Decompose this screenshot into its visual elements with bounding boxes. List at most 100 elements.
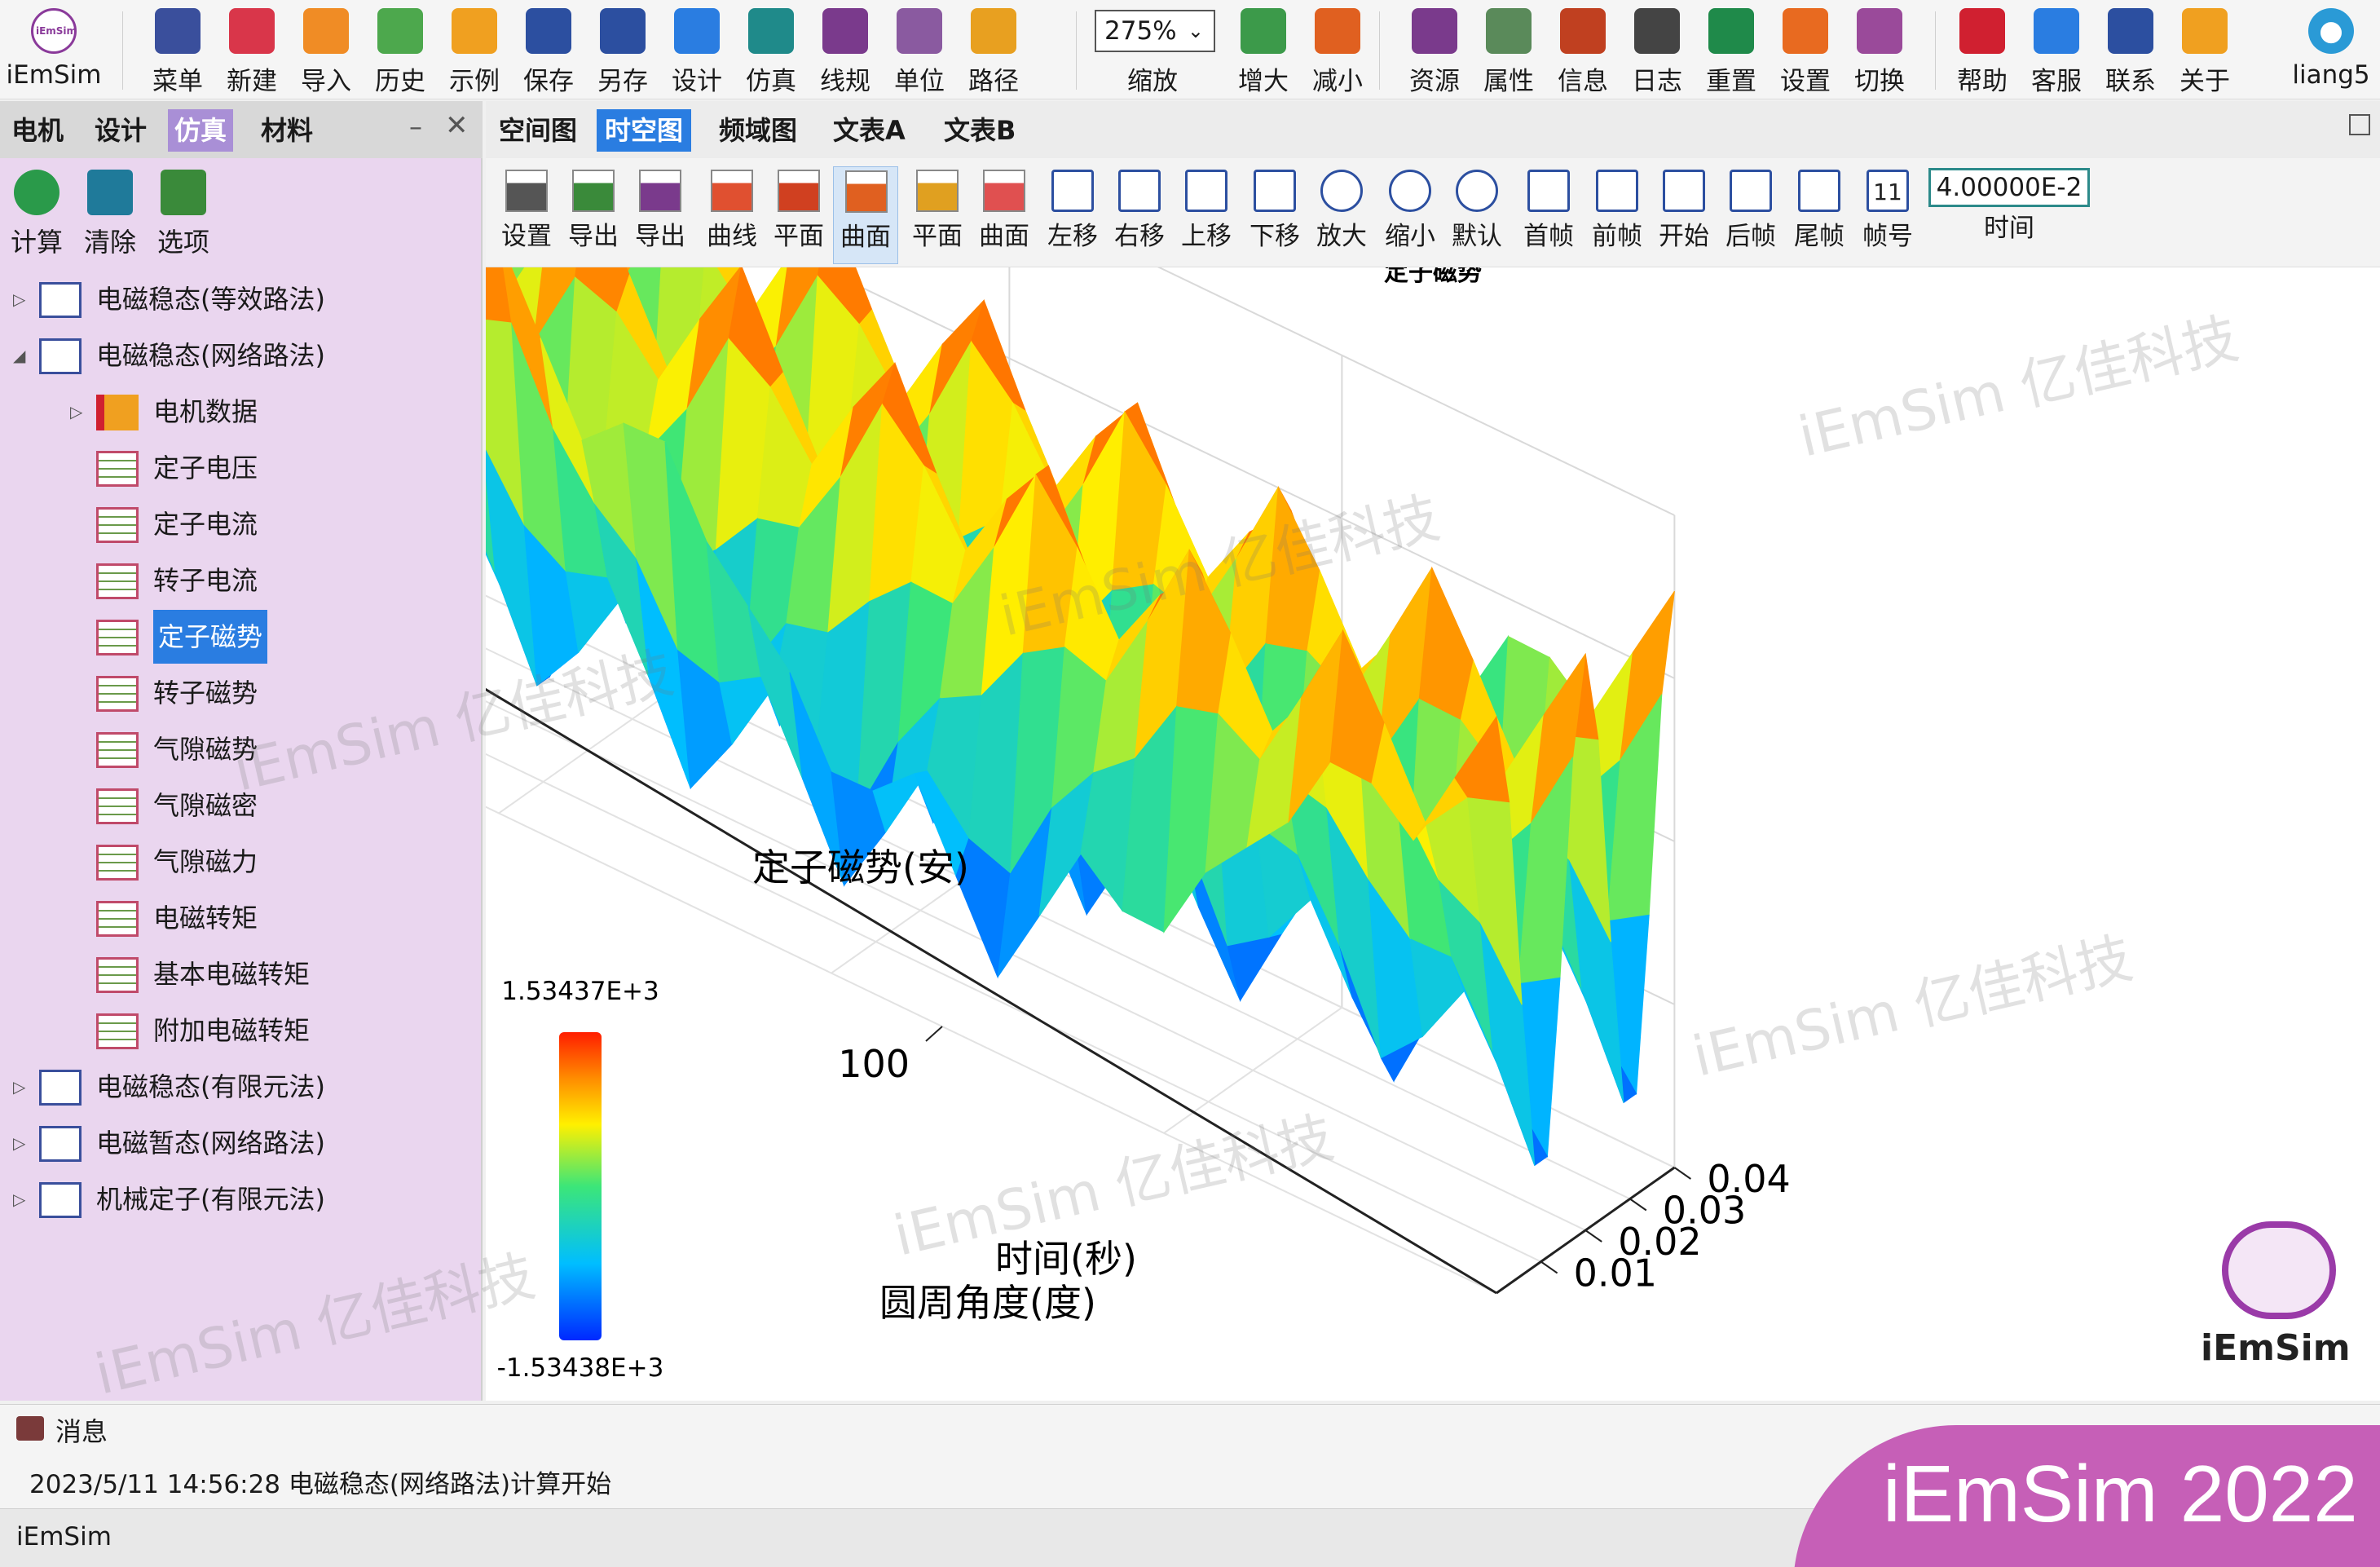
collapsed-arrow-icon[interactable]: ▷	[13, 1116, 29, 1170]
tree-item[interactable]: 气隙磁力	[0, 835, 481, 889]
move-down-button[interactable]: 下移	[1242, 166, 1307, 264]
tree-item-label: 气隙磁力	[153, 846, 258, 877]
left-tab-1[interactable]: 设计	[88, 109, 153, 152]
next-frame-button[interactable]: 后帧	[1718, 166, 1783, 264]
view-tab-4[interactable]: 文表B	[936, 109, 1024, 152]
chart-settings-button[interactable]: 设置	[494, 166, 559, 264]
export-image-button[interactable]: 导出	[561, 166, 626, 264]
tree-item-label: 基本电磁转矩	[153, 959, 311, 990]
y-tick-label: 0.01	[1574, 1251, 1657, 1296]
maximize-icon[interactable]	[2349, 114, 2370, 135]
move-right-button[interactable]: 右移	[1107, 166, 1172, 264]
menu-button[interactable]: 菜单	[145, 3, 210, 96]
new-button[interactable]: 新建	[219, 3, 284, 96]
about-button[interactable]: 关于	[2172, 3, 2237, 96]
zoom-out-button[interactable]: 缩小	[1377, 166, 1443, 264]
last-frame-button[interactable]: 尾帧	[1787, 166, 1852, 264]
increase-button[interactable]: 增大	[1231, 3, 1296, 96]
history-button[interactable]: 历史	[368, 3, 433, 96]
zoom-select[interactable]: 275% ⌄	[1095, 10, 1215, 52]
tree-item[interactable]: 基本电磁转矩	[0, 947, 481, 1001]
tree-item[interactable]: 定子电流	[0, 497, 481, 551]
tree-item[interactable]: ▷ 电机数据	[0, 385, 481, 439]
prev-frame-icon	[1596, 170, 1638, 212]
path-icon	[971, 8, 1016, 54]
app-logo-button[interactable]: iEmSim iEmSim	[5, 3, 103, 95]
reset-button[interactable]: 重置	[1699, 3, 1764, 96]
tree-item[interactable]: 转子磁势	[0, 666, 481, 720]
surface-button[interactable]: 曲面	[833, 166, 898, 264]
collapsed-arrow-icon[interactable]: ▷	[70, 385, 86, 439]
settings-button[interactable]: 设置	[1773, 3, 1838, 96]
save-as-button[interactable]: 另存	[590, 3, 655, 96]
options-button[interactable]: 选项	[147, 170, 220, 258]
tree-item[interactable]: 电磁转矩	[0, 891, 481, 945]
tree-item[interactable]: 气隙磁密	[0, 779, 481, 832]
tree-item[interactable]: 定子磁势	[0, 610, 481, 664]
view-tab-3[interactable]: 文表A	[825, 109, 914, 152]
collapsed-arrow-icon[interactable]: ▷	[13, 1172, 29, 1226]
surface-view-button[interactable]: 曲面	[972, 166, 1037, 264]
info-icon	[1560, 8, 1606, 54]
help-button[interactable]: 帮助	[1950, 3, 2015, 96]
tree-item[interactable]: 附加电磁转矩	[0, 1004, 481, 1057]
curve-button[interactable]: 曲线	[699, 166, 765, 264]
switch-icon	[1857, 8, 1902, 54]
plane-view-button[interactable]: 平面	[905, 166, 970, 264]
default-view-button[interactable]: 默认	[1444, 166, 1510, 264]
minimize-icon[interactable]: –	[409, 111, 422, 142]
collapsed-arrow-icon[interactable]: ▷	[13, 272, 29, 326]
new-icon	[229, 8, 275, 54]
tree-item[interactable]: 定子电压	[0, 441, 481, 495]
property-button[interactable]: 属性	[1476, 3, 1541, 96]
tree-item[interactable]: 转子电流	[0, 554, 481, 607]
switch-button[interactable]: 切换	[1847, 3, 1912, 96]
tree-item[interactable]: ▷ 电磁稳态(有限元法)	[0, 1060, 481, 1114]
tree-item[interactable]: ▷ 电磁暂态(网络路法)	[0, 1116, 481, 1170]
service-button[interactable]: 客服	[2024, 3, 2089, 96]
close-icon[interactable]: ✕	[445, 109, 469, 142]
left-tab-2[interactable]: 仿真	[168, 109, 234, 152]
info-button[interactable]: 信息	[1550, 3, 1615, 96]
simulate-button[interactable]: 仿真	[738, 3, 804, 96]
plane-button[interactable]: 平面	[766, 166, 831, 264]
left-tab-3[interactable]: 材料	[254, 109, 320, 152]
play-button[interactable]: 开始	[1651, 166, 1717, 264]
import-button[interactable]: 导入	[293, 3, 359, 96]
move-left-button[interactable]: 左移	[1040, 166, 1105, 264]
view-tab-2[interactable]: 频域图	[711, 109, 805, 152]
log-button[interactable]: 日志	[1624, 3, 1690, 96]
log-icon	[1634, 8, 1680, 54]
decrease-button[interactable]: 减小	[1305, 3, 1370, 96]
view-tab-0[interactable]: 空间图	[491, 109, 585, 152]
time-value-field[interactable]: 4.00000E-2	[1928, 168, 2090, 207]
tree-item[interactable]: ▷ 机械定子(有限元法)	[0, 1172, 481, 1226]
contact-button[interactable]: 联系	[2098, 3, 2163, 96]
clear-button[interactable]: 清除	[73, 170, 147, 258]
wire-gauge-button[interactable]: 线规	[813, 3, 878, 96]
left-tab-0[interactable]: 电机	[5, 109, 70, 152]
collapsed-arrow-icon[interactable]: ▷	[13, 1060, 29, 1114]
first-frame-button[interactable]: 首帧	[1516, 166, 1581, 264]
zoom-in-button[interactable]: 放大	[1309, 166, 1374, 264]
move-up-button[interactable]: 上移	[1174, 166, 1239, 264]
unit-button[interactable]: 单位	[887, 3, 952, 96]
tree-item-label: 气隙磁势	[153, 734, 258, 765]
expanded-arrow-icon[interactable]: ◢	[13, 329, 29, 382]
tree-item[interactable]: 气隙磁势	[0, 722, 481, 776]
prev-frame-button[interactable]: 前帧	[1584, 166, 1650, 264]
save-button[interactable]: 保存	[516, 3, 581, 96]
run-button[interactable]: 计算	[0, 170, 73, 258]
design-button[interactable]: 设计	[664, 3, 729, 96]
export-data-button[interactable]: 导出	[628, 166, 693, 264]
frame-number-button[interactable]: 11 帧号	[1855, 166, 1920, 264]
resource-button[interactable]: 资源	[1402, 3, 1467, 96]
example-button[interactable]: 示例	[442, 3, 507, 96]
left-panel-tabs: 电机 设计 仿真 材料 – ✕	[0, 101, 483, 158]
user-button[interactable]: ● liang5	[2282, 3, 2380, 95]
view-tab-1[interactable]: 时空图	[597, 109, 692, 152]
tree-item[interactable]: ▷ 电磁稳态(等效路法)	[0, 272, 481, 326]
tree-item-label: 附加电磁转矩	[153, 1015, 311, 1046]
path-button[interactable]: 路径	[961, 3, 1026, 96]
tree-item[interactable]: ◢ 电磁稳态(网络路法)	[0, 329, 481, 382]
